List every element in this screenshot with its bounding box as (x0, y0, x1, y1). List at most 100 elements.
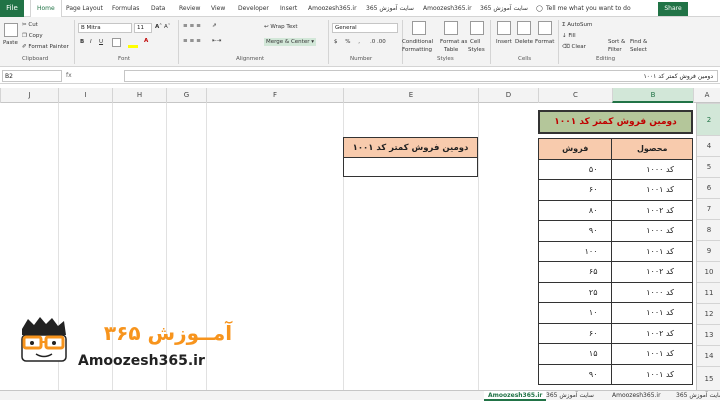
sales-cell[interactable]: ۵۰ (537, 158, 613, 180)
tab-data[interactable]: Data (151, 0, 165, 17)
product-cell[interactable]: کد ۱۰۰۲ (611, 261, 693, 283)
sales-cell[interactable]: ۸۰ (537, 199, 613, 221)
cell-styles-button[interactable]: Cell (470, 38, 480, 46)
fill-color-icon[interactable] (128, 45, 138, 48)
name-box[interactable]: B2 (2, 70, 62, 82)
format-cells-icon[interactable] (538, 21, 552, 35)
product-cell[interactable]: کد ۱۰۰۲ (611, 322, 693, 344)
decimal-icons[interactable]: .0 .00 (370, 38, 386, 46)
copy-button[interactable]: ❐ Copy (22, 32, 43, 40)
paste-button[interactable]: Paste (3, 39, 18, 47)
borders-icon[interactable] (112, 38, 121, 47)
row-header-10[interactable]: 10 (697, 261, 720, 282)
number-format-icons[interactable]: $ % , (334, 38, 363, 46)
product-cell[interactable]: کد ۱۰۰۰ (611, 281, 693, 303)
product-cell[interactable]: کد ۱۰۰۱ (611, 302, 693, 324)
header-product[interactable]: محصول (611, 138, 693, 160)
insert-cells-button[interactable]: Insert (496, 38, 512, 46)
sales-cell[interactable]: ۱۵ (537, 343, 613, 365)
row-header-7[interactable]: 7 (697, 198, 720, 219)
col-header-g[interactable]: G (166, 88, 206, 103)
tab-review[interactable]: Review (179, 0, 200, 17)
bold-icon[interactable]: B (80, 38, 84, 46)
clear-button[interactable]: ⌫ Clear (562, 43, 586, 51)
lookup-result-cell[interactable] (344, 158, 477, 177)
col-header-i[interactable]: I (58, 88, 112, 103)
row-header-5[interactable]: 5 (697, 156, 720, 177)
sales-cell[interactable]: ۹۰ (537, 363, 613, 385)
row-header-11[interactable]: 11 (697, 282, 720, 303)
product-cell[interactable]: کد ۱۰۰۰ (611, 158, 693, 180)
row-header-15[interactable]: 15 (697, 366, 720, 390)
row-header-8[interactable]: 8 (697, 219, 720, 240)
find-select-button[interactable]: Find & (630, 38, 647, 46)
delete-cells-icon[interactable] (517, 21, 531, 35)
fx-button[interactable]: fx (66, 70, 122, 82)
merge-center-button[interactable]: Merge & Center ▾ (264, 38, 316, 46)
shrink-font-icon[interactable]: Aˇ (164, 23, 171, 31)
tab-amoozesh-2[interactable]: Amoozesh365.ir (423, 0, 472, 17)
conditional-formatting-icon[interactable] (412, 21, 426, 35)
font-name-select[interactable]: B Mitra (78, 23, 132, 33)
tab-home[interactable]: Home (30, 0, 62, 18)
format-cells-button[interactable]: Format (535, 38, 554, 46)
product-cell[interactable]: کد ۱۰۰۰ (611, 220, 693, 242)
tab-amoozesh-1[interactable]: Amoozesh365.ir (308, 0, 357, 17)
format-as-table-button[interactable]: Format as (440, 38, 467, 46)
number-format-select[interactable]: General (332, 23, 398, 33)
tab-view[interactable]: View (211, 0, 225, 17)
format-painter-button[interactable]: ✐ Format Painter (22, 43, 69, 51)
sales-cell[interactable]: ۹۰ (537, 220, 613, 242)
sales-cell[interactable]: ۶۵ (537, 261, 613, 283)
header-sales[interactable]: فروش (537, 138, 613, 160)
paste-icon[interactable] (4, 23, 18, 37)
grow-font-icon[interactable]: Aˆ (155, 23, 162, 31)
orientation-icon[interactable]: ⇗ (212, 22, 217, 30)
col-header-c[interactable]: C (538, 88, 612, 103)
tab-site-1[interactable]: سایت آموزش 365 (366, 0, 414, 17)
format-as-table-icon[interactable] (444, 21, 458, 35)
row-header-2[interactable]: 2 (697, 103, 720, 135)
font-size-select[interactable]: 11 (134, 23, 152, 33)
sales-cell[interactable]: ۶۰ (537, 179, 613, 201)
product-cell[interactable]: کد ۱۰۰۱ (611, 343, 693, 365)
sort-filter-button[interactable]: Sort & (608, 38, 625, 46)
col-header-h[interactable]: H (112, 88, 166, 103)
row-header-9[interactable]: 9 (697, 240, 720, 261)
share-button[interactable]: Share (658, 2, 688, 16)
tab-page-layout[interactable]: Page Layout (66, 0, 103, 17)
sales-cell[interactable]: ۶۰ (537, 322, 613, 344)
col-header-j[interactable]: J (0, 88, 58, 103)
tab-insert[interactable]: Insert (280, 0, 297, 17)
sales-cell[interactable]: ۱۰ (537, 302, 613, 324)
product-cell[interactable]: کد ۱۰۰۱ (611, 240, 693, 262)
conditional-formatting-button[interactable]: Conditional (402, 38, 433, 46)
lookup-header[interactable]: دومین فروش کمتر کد ۱۰۰۱ (344, 138, 477, 158)
tab-file[interactable]: File (0, 0, 24, 17)
cell-styles-icon[interactable] (470, 21, 484, 35)
row-header-13[interactable]: 13 (697, 324, 720, 345)
cut-button[interactable]: ✂ Cut (22, 21, 38, 29)
sales-cell[interactable]: ۱۰۰ (537, 240, 613, 262)
title-cell[interactable]: دومین فروش کمتر کد ۱۰۰۱ (538, 110, 693, 134)
tab-site-2[interactable]: سایت آموزش 365 (480, 0, 528, 17)
indent-icons[interactable]: ⇤⇥ (212, 37, 221, 45)
sales-cell[interactable]: ۲۵ (537, 281, 613, 303)
col-header-b[interactable]: B (612, 88, 693, 103)
vertical-align-icons[interactable]: ≡≡≡ (183, 22, 203, 30)
worksheet[interactable]: دومین فروش کمتر کد ۱۰۰۱ فروش محصول ۵۰ کد … (0, 103, 696, 390)
col-header-f[interactable]: F (206, 88, 343, 103)
row-header-12[interactable]: 12 (697, 303, 720, 324)
insert-cells-icon[interactable] (497, 21, 511, 35)
row-header-14[interactable]: 14 (697, 345, 720, 366)
product-cell[interactable]: کد ۱۰۰۱ (611, 179, 693, 201)
row-header-6[interactable]: 6 (697, 177, 720, 198)
tab-developer[interactable]: Developer (238, 0, 269, 17)
col-header-a[interactable]: A (693, 88, 720, 103)
autosum-button[interactable]: Σ AutoSum (562, 21, 592, 29)
formula-input[interactable]: دومین فروش کمتر کد ۱۰۰۱ (124, 70, 718, 82)
delete-cells-button[interactable]: Delete (515, 38, 533, 46)
tab-formulas[interactable]: Formulas (112, 0, 139, 17)
underline-icon[interactable]: U (99, 38, 103, 46)
col-header-d[interactable]: D (478, 88, 538, 103)
